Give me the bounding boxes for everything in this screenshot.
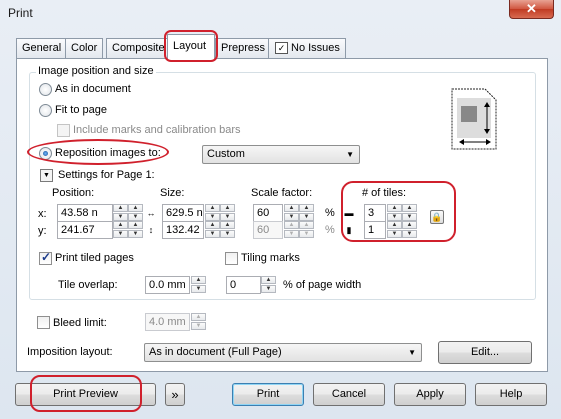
height-spin-up-2[interactable]: ▲ (220, 221, 235, 229)
scale-x-input[interactable]: 60 (253, 204, 283, 222)
reposition-select-value: Custom (207, 148, 245, 160)
width-spin-down[interactable]: ▼ (205, 213, 220, 221)
edit-button[interactable]: Edit... (438, 341, 532, 364)
x-spin-down[interactable]: ▲ (128, 204, 143, 212)
tile-overlap-spin-down[interactable]: ▼ (191, 285, 206, 293)
apply-button[interactable]: Apply (394, 383, 466, 406)
width-input[interactable]: 629.5 n (162, 204, 204, 222)
window-title: Print (8, 6, 33, 20)
imposition-select-value: As in document (Full Page) (149, 346, 282, 358)
scale-x-spin-down-2[interactable]: ▼ (299, 213, 314, 221)
x-spin-down-3[interactable]: ▼ (128, 213, 143, 221)
scale-x-spin-down[interactable]: ▼ (284, 213, 299, 221)
tab-composite[interactable]: Composite (106, 38, 171, 58)
tiling-marks-label: Tiling marks (241, 252, 300, 264)
tiling-marks-checkbox[interactable] (225, 252, 238, 265)
highlight-layout-tab (164, 30, 218, 62)
bleed-limit-label: Bleed limit: (53, 317, 107, 329)
checklist-icon: ✓ (275, 42, 288, 54)
tile-overlap-input[interactable]: 0.0 mm (145, 276, 190, 294)
overlap-percent-input[interactable]: 0 (226, 276, 261, 294)
imposition-label: Imposition layout: (27, 346, 113, 358)
bleed-limit-input[interactable]: 4.0 mm (145, 313, 190, 331)
size-label: Size: (160, 187, 185, 199)
scale-x-spin-up-2[interactable]: ▲ (299, 204, 314, 212)
y-label: y: (38, 225, 47, 237)
print-tiled-label: Print tiled pages (55, 252, 134, 264)
tab-no-issues[interactable]: ✓ No Issues (268, 38, 346, 58)
chevron-down-icon: ▼ (408, 348, 416, 357)
x-spin-down-2[interactable]: ▼ (113, 213, 128, 221)
page-preview (451, 88, 497, 150)
overlap-percent-spin-down[interactable]: ▼ (261, 285, 276, 293)
scale-x-percent: % (325, 207, 335, 219)
x-position-input[interactable]: 43.58 n (57, 204, 113, 222)
width-spin-up[interactable]: ▲ (205, 204, 220, 212)
scale-y-spin-down-2[interactable]: ▼ (299, 230, 314, 238)
scale-y-percent: % (325, 224, 335, 236)
tab-no-issues-label: No Issues (291, 42, 340, 54)
percent-of-page-label: % of page width (283, 279, 362, 291)
height-spin-down[interactable]: ▼ (205, 230, 220, 238)
print-button[interactable]: Print (232, 383, 304, 406)
fit-to-page-label: Fit to page (55, 104, 107, 116)
scale-y-spin-up-2[interactable]: ▲ (299, 221, 314, 229)
overlap-percent-spin-up[interactable]: ▲ (261, 276, 276, 284)
settings-collapse-icon[interactable]: ▼ (40, 169, 53, 182)
print-tiled-checkbox[interactable] (39, 250, 52, 265)
include-marks-label: Include marks and calibration bars (73, 124, 241, 136)
fit-to-page-radio[interactable] (39, 104, 52, 117)
as-in-document-label: As in document (55, 83, 131, 95)
tile-overlap-label: Tile overlap: (58, 279, 118, 291)
width-spin-down-2[interactable]: ▼ (220, 213, 235, 221)
y-spin-down-2[interactable]: ▼ (128, 230, 143, 238)
height-spin-down-2[interactable]: ▼ (220, 230, 235, 238)
chevron-down-icon: ▼ (346, 150, 354, 159)
cancel-button[interactable]: Cancel (313, 383, 385, 406)
position-label: Position: (52, 187, 95, 199)
y-position-input[interactable]: 241.67 (57, 221, 113, 239)
title-bar (0, 0, 561, 26)
tab-general[interactable]: General (16, 38, 68, 58)
include-marks-checkbox[interactable] (57, 124, 70, 137)
bleed-limit-checkbox[interactable] (37, 316, 50, 329)
close-button[interactable]: ✕ (509, 0, 554, 19)
width-icon: ↔ (146, 208, 156, 218)
height-spin-up[interactable]: ▲ (205, 221, 220, 229)
scale-y-spin-up[interactable]: ▲ (284, 221, 299, 229)
y-spin-up-2[interactable]: ▲ (128, 221, 143, 229)
y-spin-up[interactable]: ▲ (113, 221, 128, 229)
height-input[interactable]: 132.42 (162, 221, 204, 239)
x-spin-up[interactable]: ▲ (113, 204, 128, 212)
expand-preview-button[interactable]: » (165, 383, 185, 406)
y-spin-down[interactable]: ▼ (113, 230, 128, 238)
scale-x-spin-up[interactable]: ▲ (284, 204, 299, 212)
height-icon: ↕ (148, 225, 154, 235)
reposition-select[interactable]: Custom ▼ (202, 145, 360, 164)
tile-overlap-spin-up[interactable]: ▲ (191, 276, 206, 284)
help-button[interactable]: Help (475, 383, 547, 406)
scale-y-spin-down[interactable]: ▼ (284, 230, 299, 238)
scale-factor-label: Scale factor: (251, 187, 313, 199)
bleed-spin-up[interactable]: ▲ (191, 313, 206, 321)
tab-color[interactable]: Color (65, 38, 104, 58)
tab-prepress[interactable]: Prepress (215, 38, 272, 58)
imposition-select[interactable]: As in document (Full Page) ▼ (144, 343, 422, 362)
settings-label: Settings for Page 1: (58, 169, 155, 181)
width-spin-up-2[interactable]: ▲ (220, 204, 235, 212)
highlight-tiles (341, 181, 456, 242)
as-in-document-radio[interactable] (39, 83, 52, 96)
bleed-spin-down[interactable]: ▼ (191, 322, 206, 330)
highlight-reposition (27, 139, 169, 165)
scale-y-input[interactable]: 60 (253, 221, 283, 239)
x-label: x: (38, 208, 47, 220)
highlight-print-preview (30, 375, 142, 412)
group-label: Image position and size (36, 65, 156, 77)
